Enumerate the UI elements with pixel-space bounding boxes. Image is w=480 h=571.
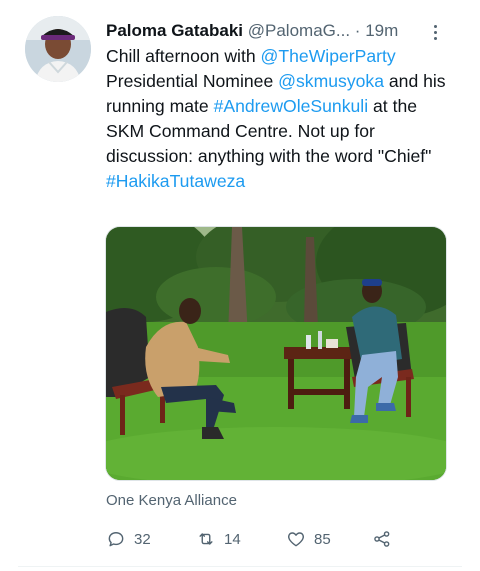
share-icon: [374, 531, 390, 547]
mention-link[interactable]: @TheWiperParty: [261, 46, 396, 66]
header-separator: ·: [354, 21, 361, 40]
tweet[interactable]: Paloma Gatabaki @PalomaG... · 19m Chill …: [0, 0, 480, 571]
tweet-photo[interactable]: [105, 226, 447, 481]
mention-link[interactable]: @skmusyoka: [278, 71, 384, 91]
location-label[interactable]: One Kenya Alliance: [106, 492, 237, 510]
retweet-count: 14: [224, 530, 241, 548]
avatar[interactable]: [25, 16, 91, 82]
author-handle[interactable]: @PalomaG...: [248, 21, 350, 40]
tweet-timestamp[interactable]: 19m: [365, 21, 398, 40]
text-segment: Presidential Nominee: [106, 71, 279, 91]
text-segment: Chill afternoon with: [106, 46, 261, 66]
share-button[interactable]: [372, 528, 392, 550]
reply-count: 32: [134, 530, 151, 548]
reply-button[interactable]: 32: [106, 528, 151, 550]
divider: [18, 566, 462, 567]
photo-image: [106, 227, 446, 480]
tweet-actions: 32 14 85: [106, 528, 426, 550]
tweet-header: Paloma Gatabaki @PalomaG... · 19m: [106, 20, 446, 42]
hashtag-link[interactable]: #HakikaTutaweza: [106, 171, 245, 191]
hashtag-link[interactable]: #AndrewOleSunkuli: [214, 96, 369, 116]
tweet-text: Chill afternoon with @TheWiperParty Pres…: [106, 44, 446, 194]
like-button[interactable]: 85: [286, 528, 331, 550]
avatar-image: [25, 16, 91, 82]
retweet-icon: [199, 533, 213, 545]
heart-icon: [288, 532, 304, 547]
like-count: 85: [314, 530, 331, 548]
author-name[interactable]: Paloma Gatabaki: [106, 21, 243, 40]
more-options-icon[interactable]: [428, 22, 442, 42]
reply-icon: [108, 532, 124, 547]
retweet-button[interactable]: 14: [196, 528, 241, 550]
